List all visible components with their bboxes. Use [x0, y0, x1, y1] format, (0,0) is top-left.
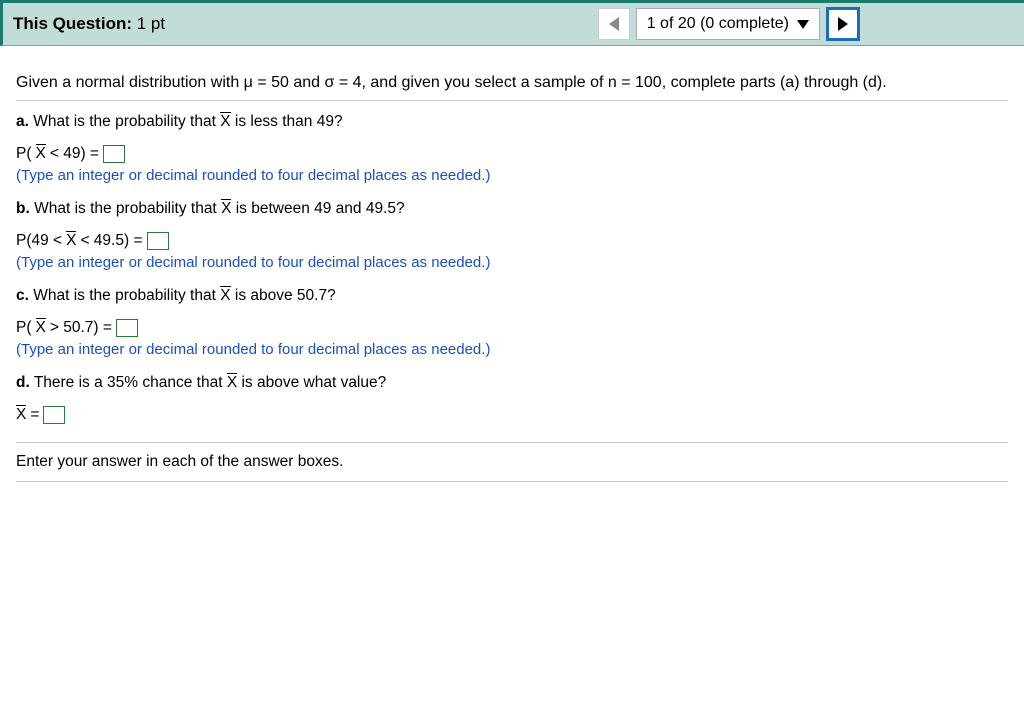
question-title: This Question: 1 pt	[7, 14, 165, 34]
part-b: b. What is the probability that X is bet…	[16, 188, 1008, 275]
question-body: Given a normal distribution with μ = 50 …	[0, 46, 1024, 492]
part-a-equation: P(X < 49) =	[16, 145, 1008, 163]
part-d-answer-input[interactable]	[43, 406, 65, 424]
part-b-question: b. What is the probability that X is bet…	[16, 200, 1008, 218]
footer-instruction: Enter your answer in each of the answer …	[16, 442, 1008, 482]
chevron-down-icon	[797, 20, 809, 29]
xbar-symbol: X	[36, 145, 46, 163]
part-d-q-pre: There is a 35% chance that	[34, 374, 227, 391]
xbar-symbol: X	[66, 232, 76, 250]
part-c-eq-mid: > 50.7) =	[50, 319, 112, 337]
question-points: 1 pt	[137, 14, 165, 33]
part-b-label: b.	[16, 200, 30, 217]
xbar-symbol: X	[36, 319, 46, 337]
part-d-question: d. There is a 35% chance that X is above…	[16, 374, 1008, 392]
xbar-symbol: X	[16, 406, 26, 424]
next-question-button[interactable]	[826, 7, 860, 41]
xbar-symbol: X	[220, 287, 230, 305]
part-c-hint: (Type an integer or decimal rounded to f…	[16, 341, 1008, 358]
part-a: a. What is the probability that X is les…	[16, 101, 1008, 188]
chevron-right-icon	[838, 17, 848, 31]
part-b-hint: (Type an integer or decimal rounded to f…	[16, 254, 1008, 271]
part-b-q-pre: What is the probability that	[34, 200, 221, 217]
question-intro: Given a normal distribution with μ = 50 …	[16, 74, 1008, 101]
part-d-q-post: is above what value?	[237, 374, 386, 391]
progress-text: 1 of 20 (0 complete)	[647, 15, 789, 33]
part-a-answer-input[interactable]	[103, 145, 125, 163]
part-d-label: d.	[16, 374, 30, 391]
part-c: c. What is the probability that X is abo…	[16, 275, 1008, 362]
part-d: d. There is a 35% chance that X is above…	[16, 362, 1008, 428]
chevron-left-icon	[609, 17, 619, 31]
part-c-q-post: is above 50.7?	[231, 287, 336, 304]
xbar-symbol: X	[227, 374, 237, 392]
part-a-eq-mid: < 49) =	[50, 145, 99, 163]
part-b-eq-mid: < 49.5) =	[80, 232, 142, 250]
part-a-q-pre: What is the probability that	[33, 113, 220, 130]
part-b-answer-input[interactable]	[147, 232, 169, 250]
xbar-symbol: X	[220, 113, 230, 131]
part-c-q-pre: What is the probability that	[33, 287, 220, 304]
question-title-label: This Question:	[13, 14, 132, 33]
part-d-equation: X =	[16, 406, 1008, 424]
part-a-question: a. What is the probability that X is les…	[16, 113, 1008, 131]
part-b-eq-pre: P(49 <	[16, 232, 62, 250]
question-nav: 1 of 20 (0 complete)	[598, 7, 860, 41]
question-header-bar: This Question: 1 pt 1 of 20 (0 complete)	[0, 0, 1024, 46]
part-a-label: a.	[16, 113, 29, 130]
xbar-symbol: X	[221, 200, 231, 218]
prev-question-button[interactable]	[598, 8, 630, 40]
part-b-equation: P(49 < X < 49.5) =	[16, 232, 1008, 250]
part-c-question: c. What is the probability that X is abo…	[16, 287, 1008, 305]
part-c-equation: P(X > 50.7) =	[16, 319, 1008, 337]
part-d-eq-mid: =	[30, 406, 39, 424]
part-a-q-post: is less than 49?	[231, 113, 343, 130]
part-a-eq-pre: P(	[16, 145, 32, 163]
part-c-answer-input[interactable]	[116, 319, 138, 337]
part-c-eq-pre: P(	[16, 319, 32, 337]
part-b-q-post: is between 49 and 49.5?	[231, 200, 404, 217]
part-c-label: c.	[16, 287, 29, 304]
part-a-hint: (Type an integer or decimal rounded to f…	[16, 167, 1008, 184]
progress-dropdown[interactable]: 1 of 20 (0 complete)	[636, 8, 820, 40]
